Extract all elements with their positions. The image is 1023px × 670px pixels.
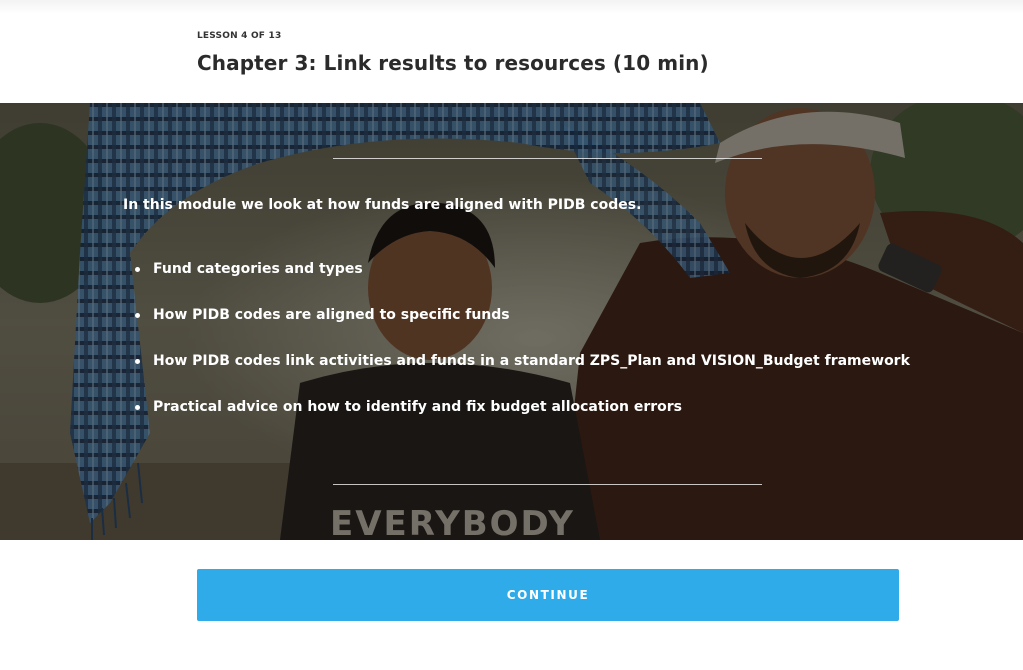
topic-text: How PIDB codes are aligned to specific f…	[153, 307, 510, 323]
topic-text: How PIDB codes link activities and funds…	[153, 353, 910, 369]
bullet-icon	[135, 405, 140, 410]
bullet-icon	[135, 313, 140, 318]
divider-bottom	[333, 484, 762, 485]
module-intro-text: In this module we look at how funds are …	[123, 197, 642, 213]
bullet-icon	[135, 359, 140, 364]
lesson-header: LESSON 4 OF 13 Chapter 3: Link results t…	[0, 0, 1023, 103]
lesson-title: Chapter 3: Link results to resources (10…	[197, 51, 709, 75]
lesson-count: LESSON 4 OF 13	[197, 31, 282, 41]
continue-button[interactable]: CONTINUE	[197, 569, 899, 621]
topic-text: Fund categories and types	[153, 261, 363, 277]
topic-text: Practical advice on how to identify and …	[153, 399, 682, 415]
divider-top	[333, 158, 762, 159]
lesson-hero: EVERYBODY In this module we look at how …	[0, 103, 1023, 540]
bullet-icon	[135, 267, 140, 272]
